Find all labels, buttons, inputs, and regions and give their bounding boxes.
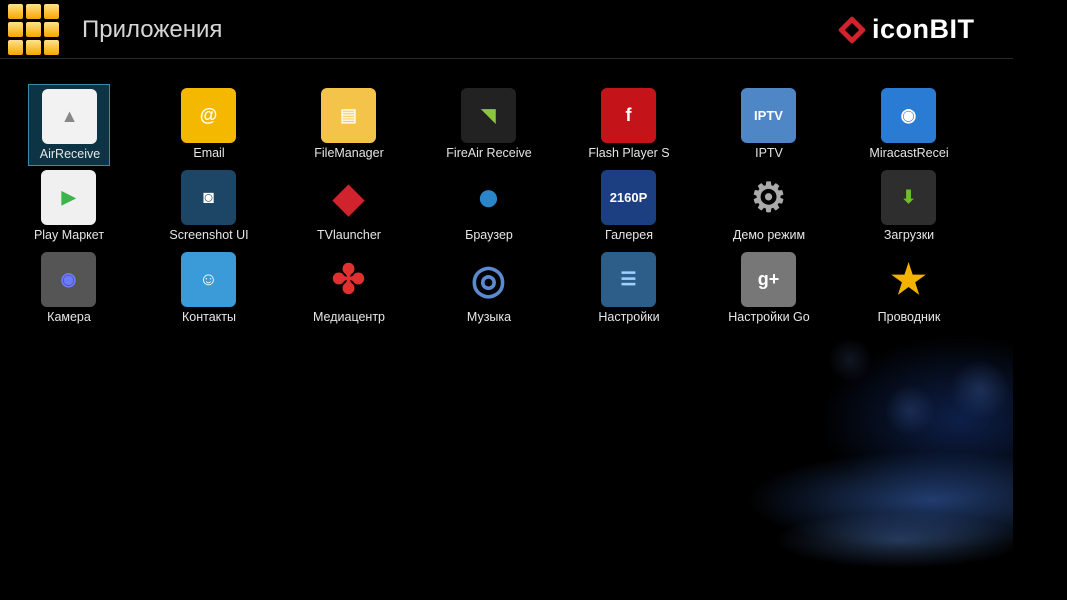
- app-label: TVlauncher: [317, 228, 381, 242]
- globe-icon: ●: [476, 175, 501, 219]
- app-label: Галерея: [605, 228, 653, 242]
- flash-icon: f: [601, 88, 656, 143]
- google-settings-icon: g+: [741, 252, 796, 307]
- app-label: MiracastRecei: [869, 146, 949, 160]
- app-download[interactable]: ⬇ Загрузки: [868, 166, 950, 248]
- app-label: Медиацентр: [312, 310, 385, 324]
- app-iptv[interactable]: IPTV IPTV: [728, 84, 810, 166]
- app-folder[interactable]: ▤ FileManager: [308, 84, 390, 166]
- app-label: Музыка: [466, 310, 512, 324]
- app-label: Браузер: [465, 228, 513, 242]
- camera-icon: ◉: [41, 252, 96, 307]
- app-label: Контакты: [182, 310, 236, 324]
- app-play-store[interactable]: ▶ Play Маркет: [28, 166, 110, 248]
- film-gear-icon: ⚙: [750, 175, 787, 220]
- app-tvlauncher[interactable]: ◆ TVlauncher: [308, 166, 390, 248]
- app-label: FireAir Receive: [446, 146, 532, 160]
- app-clapper[interactable]: 2160P Галерея: [588, 166, 670, 248]
- app-music[interactable]: ◎ Музыка: [448, 248, 530, 330]
- app-email[interactable]: @ Email: [168, 84, 250, 166]
- app-label: Настройки: [598, 310, 660, 324]
- app-label: Проводник: [877, 310, 941, 324]
- app-label: Play Маркет: [33, 228, 105, 242]
- app-settings[interactable]: ☰ Настройки: [588, 248, 670, 330]
- app-fireair[interactable]: ◥ FireAir Receive: [446, 84, 532, 166]
- app-film-gear[interactable]: ⚙ Демо режим: [728, 166, 810, 248]
- clapper-icon: 2160P: [601, 170, 656, 225]
- app-label: Настройки Go: [728, 310, 810, 324]
- explorer-icon: ★: [890, 257, 927, 302]
- airplay-icon: ▲: [42, 89, 97, 144]
- contacts-icon: ☺: [181, 252, 236, 307]
- app-airplay[interactable]: ▲ AirReceive: [28, 84, 110, 166]
- camera-icon: ◙: [181, 170, 236, 225]
- brand-text: iconBIT: [872, 14, 975, 44]
- app-globe[interactable]: ● Браузер: [448, 166, 530, 248]
- folder-icon: ▤: [321, 88, 376, 143]
- apps-grid-icon[interactable]: [8, 4, 59, 55]
- play-store-icon: ▶: [41, 170, 96, 225]
- app-label: Камера: [47, 310, 91, 324]
- app-label: Flash Player S: [588, 146, 670, 160]
- app-label: Демо режим: [732, 228, 806, 242]
- app-label: Screenshot UI: [169, 228, 249, 242]
- app-bar: Приложения iconBIT: [0, 0, 1013, 59]
- app-google-settings[interactable]: g+ Настройки Go: [728, 248, 810, 330]
- app-miracast[interactable]: ◉ MiracastRecei: [868, 84, 950, 166]
- tvlauncher-icon: ◆: [333, 175, 364, 220]
- app-label: AirReceive: [39, 147, 101, 161]
- music-icon: ◎: [471, 257, 506, 302]
- app-camera[interactable]: ◙ Screenshot UI: [168, 166, 250, 248]
- app-label: FileManager: [314, 146, 384, 160]
- app-explorer[interactable]: ★ Проводник: [868, 248, 950, 330]
- brand-diamond-icon: [837, 15, 867, 44]
- app-flash[interactable]: f Flash Player S: [588, 84, 670, 166]
- app-label: Email: [193, 146, 225, 160]
- iptv-icon: IPTV: [741, 88, 796, 143]
- settings-icon: ☰: [601, 252, 656, 307]
- app-camera[interactable]: ◉ Камера: [28, 248, 110, 330]
- miracast-icon: ◉: [881, 88, 936, 143]
- app-label: Загрузки: [883, 228, 935, 242]
- app-contacts[interactable]: ☺ Контакты: [168, 248, 250, 330]
- mediacenter-icon: ✤: [331, 257, 366, 302]
- email-icon: @: [181, 88, 236, 143]
- app-mediacenter[interactable]: ✤ Медиацентр: [308, 248, 390, 330]
- app-label: IPTV: [755, 146, 783, 160]
- fireair-icon: ◥: [461, 88, 516, 143]
- brand-logo: iconBIT: [837, 14, 975, 45]
- download-icon: ⬇: [881, 170, 936, 225]
- page-title: Приложения: [82, 16, 223, 43]
